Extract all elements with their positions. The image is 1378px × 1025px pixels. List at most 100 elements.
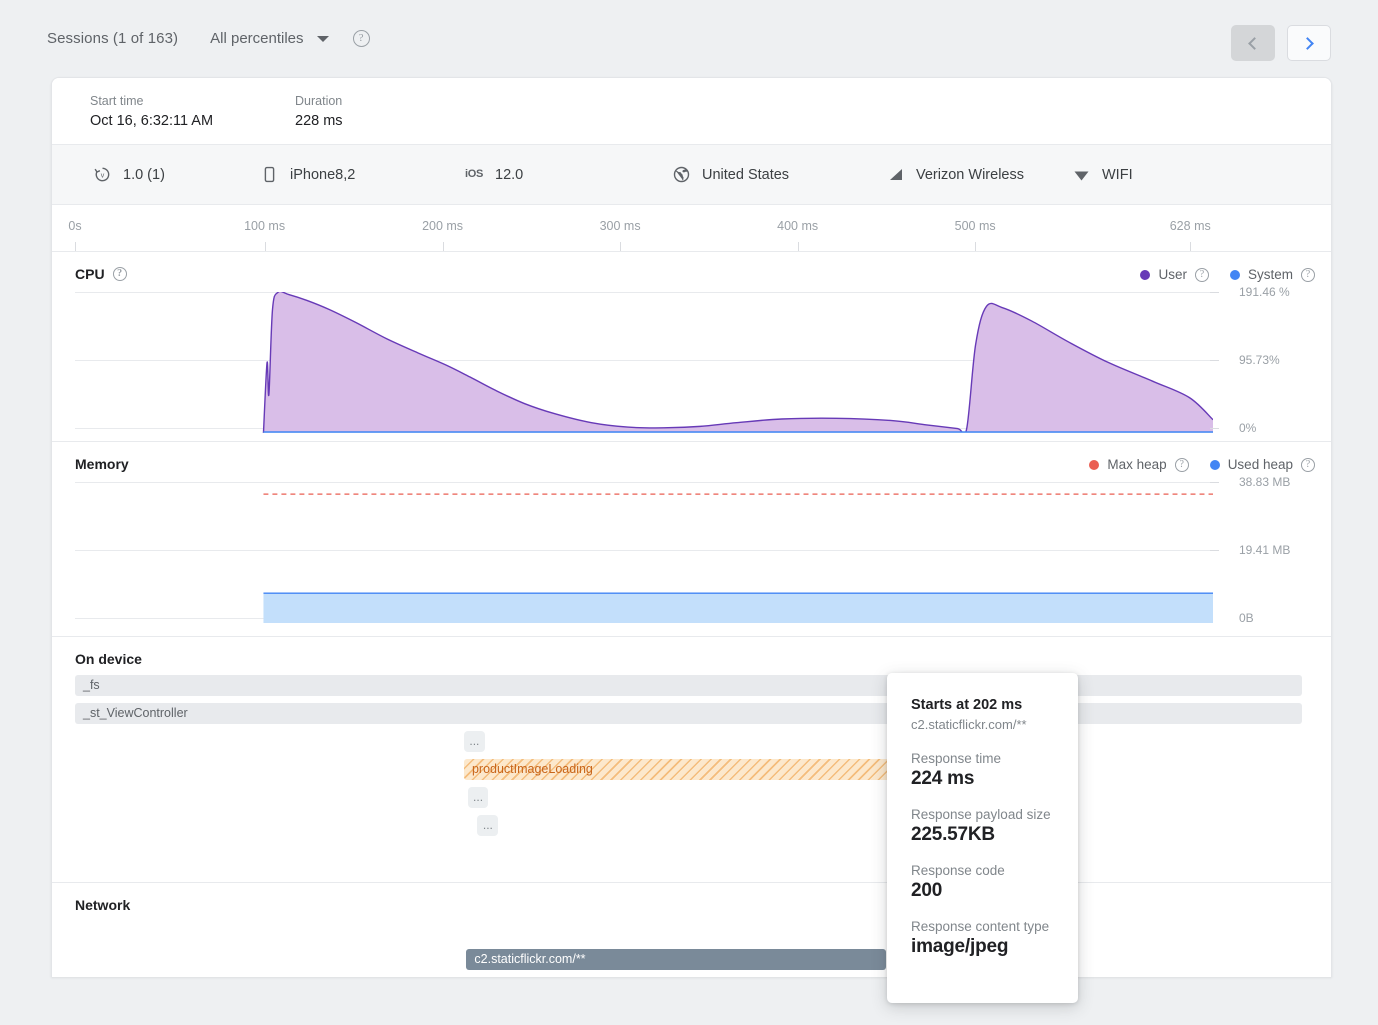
country-label: United States bbox=[702, 167, 789, 183]
chevron-down-icon bbox=[317, 36, 329, 42]
on-device-title: On device bbox=[75, 651, 142, 667]
chevron-left-icon bbox=[1248, 37, 1261, 50]
toolbar-left-group: Sessions (1 of 163) All percentiles ? bbox=[47, 30, 370, 47]
start-time-label: Start time bbox=[90, 94, 295, 108]
previous-session-button[interactable] bbox=[1231, 25, 1275, 61]
svg-text:v: v bbox=[101, 173, 105, 180]
legend-item-system[interactable]: System ? bbox=[1230, 267, 1315, 282]
top-toolbar: Sessions (1 of 163) All percentiles ? bbox=[0, 0, 1378, 80]
os-version-label: 12.0 bbox=[495, 167, 523, 183]
memory-axis-label-max: 38.83 MB bbox=[1239, 475, 1317, 490]
next-session-button[interactable] bbox=[1287, 25, 1331, 61]
duration-value: 228 ms bbox=[295, 113, 500, 129]
on-device-section: On device _fs _st_ViewController... produc… bbox=[52, 637, 1331, 883]
ruler-tick-mark bbox=[265, 242, 266, 251]
cpu-axis-label-max: 191.46 % bbox=[1239, 285, 1317, 300]
session-nav-buttons bbox=[1231, 25, 1331, 61]
app-version-icon: v bbox=[93, 165, 112, 184]
sessions-count-label: Sessions (1 of 163) bbox=[47, 30, 178, 47]
cpu-axis-label-min: 0% bbox=[1239, 421, 1317, 436]
legend-label-system: System bbox=[1248, 267, 1293, 282]
network-request-tooltip: Starts at 202 ms c2.staticflickr.com/** … bbox=[887, 673, 1078, 1003]
memory-axis-tick bbox=[1210, 482, 1219, 483]
help-circle-icon[interactable]: ? bbox=[113, 267, 127, 281]
carrier-item: Verizon Wireless bbox=[886, 165, 1036, 184]
wifi-icon bbox=[1072, 165, 1091, 184]
help-circle-icon[interactable]: ? bbox=[1301, 458, 1315, 472]
start-time-value: Oct 16, 6:32:11 AM bbox=[90, 113, 295, 129]
network-section: Network c2.staticflickr.com/** bbox=[52, 883, 1331, 977]
memory-legend: Max heap ? Used heap ? bbox=[1089, 457, 1315, 472]
legend-dot-icon bbox=[1210, 460, 1220, 470]
legend-dot-icon bbox=[1230, 270, 1240, 280]
tooltip-label-response-time: Response time bbox=[911, 751, 1054, 766]
ruler-tick-mark bbox=[75, 242, 76, 251]
country-item: United States bbox=[672, 165, 886, 184]
timeline-ruler: 0s100 ms200 ms300 ms400 ms500 ms628 ms bbox=[52, 205, 1331, 252]
cpu-axis-tick bbox=[1210, 292, 1219, 293]
trace-collapsed-span[interactable]: ... bbox=[468, 787, 489, 808]
help-circle-icon[interactable]: ? bbox=[1195, 268, 1209, 282]
memory-axis-label-mid: 19.41 MB bbox=[1239, 543, 1317, 558]
trace-collapsed-span[interactable]: ... bbox=[477, 815, 498, 836]
cpu-legend: User ? System ? bbox=[1140, 267, 1315, 282]
chart-series-area bbox=[263, 593, 1213, 623]
cpu-axis-tick bbox=[1210, 428, 1219, 429]
legend-label-max-heap: Max heap bbox=[1107, 457, 1166, 472]
ruler-tick-mark bbox=[1190, 242, 1191, 251]
ruler-tick-label: 200 ms bbox=[422, 219, 463, 233]
duration-label: Duration bbox=[295, 94, 500, 108]
help-circle-icon[interactable]: ? bbox=[1301, 268, 1315, 282]
device-model-label: iPhone8,2 bbox=[290, 167, 355, 183]
legend-label-user: User bbox=[1158, 267, 1187, 282]
ruler-tick-label: 0s bbox=[68, 219, 81, 233]
memory-axis-tick bbox=[1210, 550, 1219, 551]
help-circle-icon[interactable]: ? bbox=[1175, 458, 1189, 472]
cpu-title-label: CPU bbox=[75, 266, 105, 282]
tooltip-label-content-type: Response content type bbox=[911, 919, 1054, 934]
trace-span[interactable]: productImageLoading bbox=[464, 759, 909, 780]
legend-item-max-heap[interactable]: Max heap ? bbox=[1089, 457, 1188, 472]
tooltip-value-payload-size: 225.57KB bbox=[911, 824, 1054, 846]
network-type-item: WIFI bbox=[1072, 165, 1133, 184]
cpu-chart-title: CPU ? bbox=[75, 266, 127, 282]
ruler-tick-label: 500 ms bbox=[955, 219, 996, 233]
session-meta-row: Start time Oct 16, 6:32:11 AM Duration 2… bbox=[52, 78, 1331, 145]
cpu-axis-tick bbox=[1210, 360, 1219, 361]
cpu-chart-block: CPU ? User ? System ? bbox=[52, 252, 1331, 442]
network-title: Network bbox=[75, 897, 130, 913]
signal-bars-icon bbox=[886, 165, 905, 184]
tooltip-value-response-code: 200 bbox=[911, 880, 1054, 902]
device-model-item: iPhone8,2 bbox=[260, 165, 465, 184]
device-info-row: v 1.0 (1) iPhone8,2 iOS 12.0 bbox=[52, 145, 1331, 205]
memory-area-chart bbox=[75, 482, 1213, 623]
ruler-tick-mark bbox=[798, 242, 799, 251]
cpu-axis-label-mid: 95.73% bbox=[1239, 353, 1317, 368]
ruler-tick-mark bbox=[620, 242, 621, 251]
cpu-area-chart bbox=[75, 292, 1213, 433]
ruler-tick-label: 400 ms bbox=[777, 219, 818, 233]
legend-dot-icon bbox=[1140, 270, 1150, 280]
ruler-tick-mark bbox=[975, 242, 976, 251]
session-card: Start time Oct 16, 6:32:11 AM Duration 2… bbox=[51, 77, 1332, 977]
duration-field: Duration 228 ms bbox=[295, 94, 500, 129]
legend-item-user[interactable]: User ? bbox=[1140, 267, 1209, 282]
percentile-dropdown[interactable]: All percentiles bbox=[210, 30, 328, 47]
chart-series-area bbox=[263, 292, 1213, 433]
network-trace-rows: c2.staticflickr.com/** bbox=[75, 921, 1302, 977]
trace-span[interactable]: _fs bbox=[75, 675, 1302, 696]
start-time-field: Start time Oct 16, 6:32:11 AM bbox=[90, 94, 295, 129]
tooltip-title: Starts at 202 ms bbox=[911, 697, 1054, 713]
legend-item-used-heap[interactable]: Used heap ? bbox=[1210, 457, 1315, 472]
legend-dot-icon bbox=[1089, 460, 1099, 470]
globe-icon bbox=[672, 165, 691, 184]
memory-chart-block: Memory Max heap ? Used heap ? bbox=[52, 442, 1331, 637]
memory-chart-title: Memory bbox=[75, 456, 129, 472]
trace-span[interactable]: _st_ViewController bbox=[75, 703, 1302, 724]
ruler-tick-label: 300 ms bbox=[600, 219, 641, 233]
help-circle-icon[interactable]: ? bbox=[353, 30, 370, 47]
memory-title-label: Memory bbox=[75, 456, 129, 472]
network-request-span[interactable]: c2.staticflickr.com/** bbox=[466, 949, 886, 970]
legend-label-used-heap: Used heap bbox=[1228, 457, 1293, 472]
trace-collapsed-span[interactable]: ... bbox=[464, 731, 485, 752]
